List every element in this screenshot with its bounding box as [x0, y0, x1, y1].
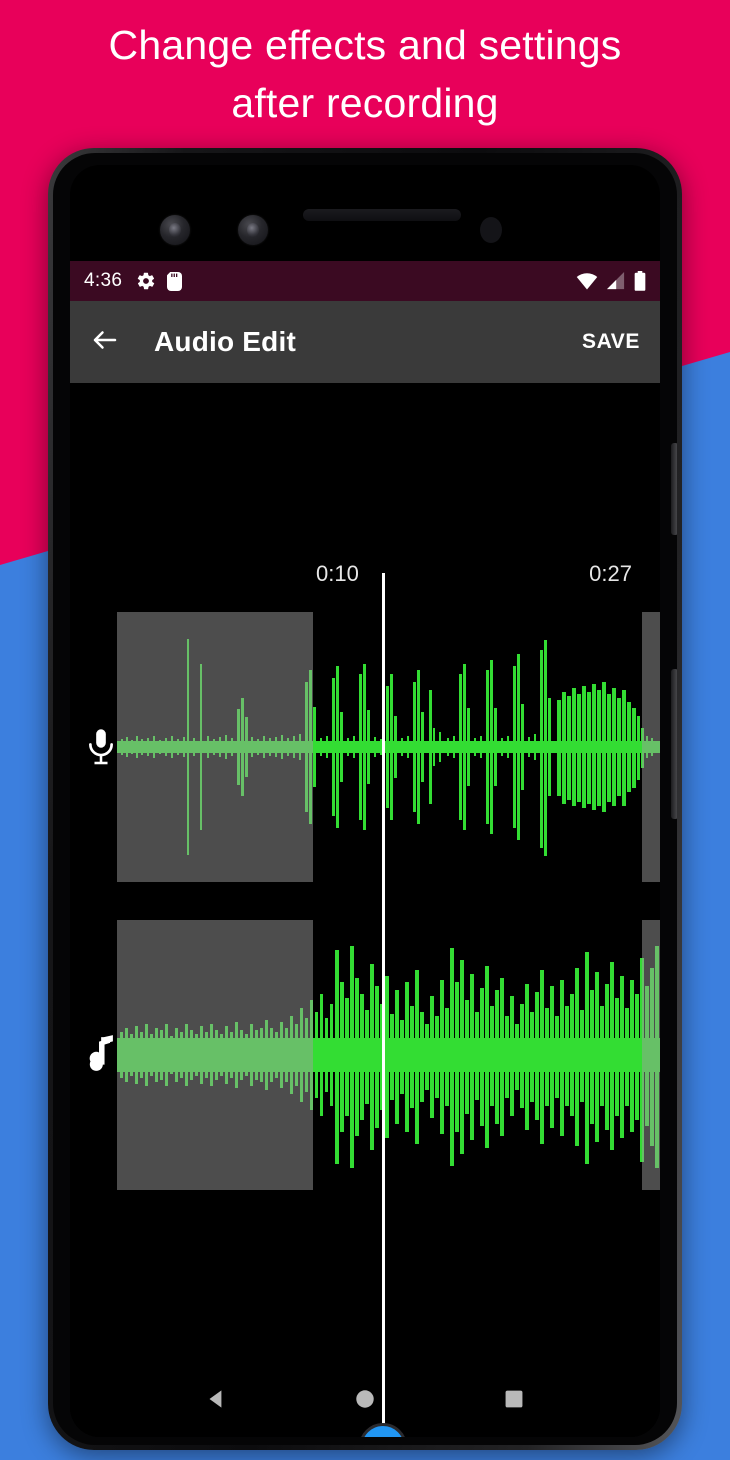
android-status-bar: 4:36 — [70, 261, 660, 301]
circle-home-icon — [356, 1390, 374, 1408]
phone-device-frame: 4:36 Audio Edit SAVE 0:10 0:27 — [48, 148, 682, 1450]
waveform-microphone[interactable] — [117, 612, 660, 882]
promo-headline-line-1: Change effects and settings — [108, 22, 622, 68]
audio-editor-area: 0:10 0:27 — [70, 383, 660, 1437]
secondary-camera-icon — [238, 215, 268, 245]
nav-recents-button[interactable] — [497, 1382, 531, 1416]
sd-card-icon — [167, 271, 183, 291]
phone-screen: 4:36 Audio Edit SAVE 0:10 0:27 — [70, 165, 660, 1437]
timeline-playhead-time: 0:10 — [316, 561, 359, 586]
front-camera-icon — [160, 215, 190, 245]
back-button[interactable] — [90, 325, 120, 360]
waveform-microphone-svg — [117, 639, 660, 856]
proximity-sensor-icon — [480, 217, 502, 243]
earpiece-speaker-icon — [303, 209, 461, 221]
square-recents-icon — [505, 1390, 523, 1408]
microphone-icon — [84, 727, 118, 767]
volume-button[interactable] — [671, 669, 677, 819]
waveform-music[interactable] — [117, 920, 660, 1190]
promo-headline: Change effects and settings after record… — [0, 16, 730, 132]
arrow-left-icon — [93, 330, 117, 349]
save-button[interactable]: SAVE — [582, 330, 640, 354]
app-bar: Audio Edit SAVE — [70, 301, 660, 383]
timeline-total-time: 0:27 — [589, 561, 632, 586]
music-note-icon — [84, 1035, 118, 1075]
wifi-icon — [576, 273, 598, 290]
nav-home-button[interactable] — [348, 1382, 382, 1416]
nav-back-button[interactable] — [199, 1382, 233, 1416]
power-button[interactable] — [671, 443, 677, 535]
cell-signal-icon — [607, 272, 625, 290]
battery-icon — [634, 271, 646, 291]
gear-icon — [137, 272, 155, 290]
status-bar-left-icons — [136, 271, 183, 291]
waveform-music-svg — [117, 946, 660, 1168]
phone-bezel: 4:36 Audio Edit SAVE 0:10 0:27 — [53, 153, 677, 1445]
status-bar-clock: 4:36 — [84, 270, 123, 291]
promo-headline-line-2: after recording — [231, 80, 499, 126]
track-row-microphone[interactable] — [70, 612, 660, 882]
track-row-music[interactable] — [70, 920, 660, 1190]
playhead-line — [382, 573, 385, 1428]
android-nav-bar — [70, 1361, 660, 1437]
triangle-back-icon — [209, 1390, 222, 1408]
status-bar-right-icons — [576, 271, 646, 291]
page-title: Audio Edit — [154, 326, 296, 357]
